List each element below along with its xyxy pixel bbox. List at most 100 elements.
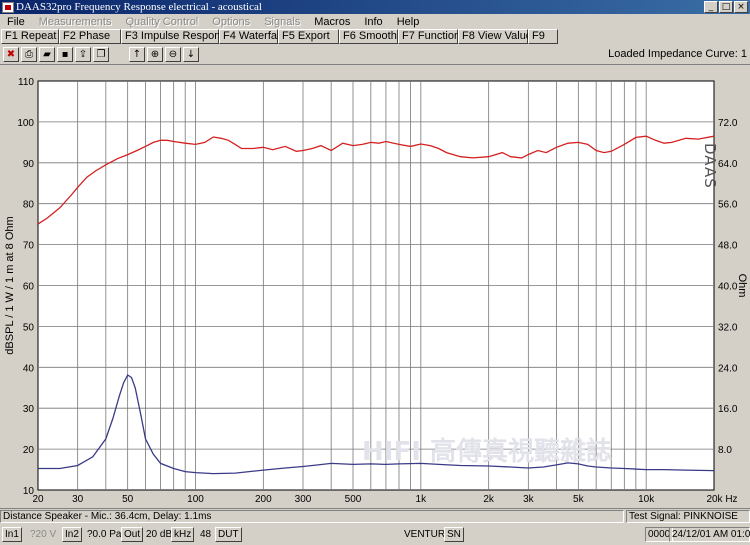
fkey-f6[interactable]: F6 Smooth	[339, 29, 398, 44]
fkey-key: F7	[402, 30, 415, 42]
fkey-label: Export	[297, 30, 330, 42]
menu-macros[interactable]: Macros	[307, 16, 357, 28]
output-level: 20 dB	[146, 529, 173, 540]
open-folder-tool-button[interactable]: ▰	[39, 47, 55, 62]
test-signal-status: Test Signal: PINKNOISE	[626, 510, 750, 523]
menu-options[interactable]: Options	[205, 16, 257, 28]
fkey-f3[interactable]: F3 Impulse Response	[121, 29, 232, 44]
delete-tool-button[interactable]: ✖	[3, 47, 19, 62]
title-bar: DAAS32pro Frequency Response electrical …	[0, 0, 750, 14]
export-tool-button[interactable]: ⇪	[75, 47, 91, 62]
x-tick-label: 300	[295, 494, 312, 505]
y-left-tick-label: 100	[17, 118, 34, 129]
x-tick-label: 50	[122, 494, 134, 505]
app-icon[interactable]	[2, 1, 14, 13]
fkey-f2[interactable]: F2 Phase	[59, 29, 121, 44]
menu-info[interactable]: Info	[357, 16, 389, 28]
serial-number-button[interactable]: SN	[444, 527, 464, 542]
menu-signals[interactable]: Signals	[257, 16, 307, 28]
fkey-key: F4	[223, 30, 236, 42]
x-tick-label: 10k	[638, 494, 655, 505]
menu-measurements[interactable]: Measurements	[32, 16, 119, 28]
fkey-f9[interactable]: F9	[528, 29, 558, 44]
y-right-tick-label: 56.0	[718, 200, 738, 211]
x-tick-label: 20	[32, 494, 44, 505]
x-tick-label: 1k	[416, 494, 428, 505]
y-left-tick-label: 80	[23, 200, 35, 211]
y-right-tick-label: 72.0	[718, 118, 738, 129]
minimize-button[interactable]: _	[704, 1, 718, 13]
fkey-f1[interactable]: F1 Repeat	[1, 29, 59, 44]
y-left-tick-label: 30	[23, 404, 35, 415]
y-left-tick-label: 60	[23, 282, 35, 293]
toolbar: Loaded Impedance Curve: 1 ✖ ⎙ ▰ ▪ ⇪ ❐ ↑ ⊕ ⊖ ↓	[0, 46, 750, 63]
copy-tool-button[interactable]: ❐	[93, 47, 109, 62]
y-right-tick-label: 40.0	[718, 282, 738, 293]
y-right-tick-label: 24.0	[718, 363, 738, 374]
y-right-axis-label: Ohm	[736, 274, 748, 298]
menu-bar: File Measurements Quality Control Options Si…	[0, 14, 750, 29]
dut-button[interactable]: DUT	[215, 527, 242, 542]
window-controls: _ □ ×	[704, 1, 748, 13]
fkey-key: F5	[282, 30, 295, 42]
y-left-axis-label: dBSPL / 1 W / 1 m at 8 Ohm	[4, 216, 16, 354]
y-left-tick-label: 50	[23, 322, 35, 333]
y-right-tick-label: 48.0	[718, 241, 738, 252]
x-tick-label: 20k Hz	[706, 494, 737, 505]
fkey-key: F8	[462, 30, 475, 42]
fkey-f8[interactable]: F8 View Values	[458, 29, 537, 44]
menu-file[interactable]: File	[0, 16, 32, 28]
window-title: DAAS32pro Frequency Response electrical …	[16, 1, 262, 13]
fkey-f4[interactable]: F4 Waterfall	[219, 29, 282, 44]
input2-level: ?0.0 Pa	[87, 529, 122, 540]
zoom-out-icon: ⊖	[168, 48, 178, 60]
x-tick-label: 5k	[573, 494, 585, 505]
sample-rate: 48	[200, 529, 212, 540]
output-button[interactable]: Out	[121, 527, 144, 542]
zoom-in-icon: ⊕	[150, 48, 160, 60]
khz-button[interactable]: kHz	[171, 527, 195, 542]
close-button[interactable]: ×	[734, 1, 748, 13]
save-icon: ▪	[61, 48, 69, 60]
save-tool-button[interactable]: ▪	[57, 47, 73, 62]
zoom-in-tool-button[interactable]: ⊕	[147, 47, 163, 62]
frequency-response-chart[interactable]: HIFI 高傳真視聽雜誌 DAAS 20 30 50 100 200 300 500 1k 2k 3k…	[0, 65, 750, 508]
x-tick-label: 100	[187, 494, 204, 505]
y-left-tick-label: 10	[23, 486, 35, 497]
arrow-down-icon: ↓	[186, 48, 196, 60]
arrow-down-tool-button[interactable]: ↓	[183, 47, 199, 62]
datetime-field: 24/12/01 AM 01:01:47	[669, 527, 750, 542]
loaded-curve-label: Loaded Impedance Curve: 1	[608, 48, 747, 60]
print-tool-button[interactable]: ⎙	[21, 47, 37, 62]
fkey-f7[interactable]: F7 Functions	[398, 29, 466, 44]
open-folder-icon: ▰	[43, 48, 51, 60]
x-tick-label: 30	[72, 494, 84, 505]
fkey-f5[interactable]: F5 Export	[278, 29, 339, 44]
fkey-label: Repeat	[20, 30, 57, 42]
maximize-button[interactable]: □	[719, 1, 733, 13]
y-left-tick-label: 40	[23, 363, 35, 374]
bottom-bar: In1 ?20 V In2 ?0.0 Pa Out 20 dB kHz 48 D…	[0, 524, 750, 545]
fkey-key: F9	[532, 30, 545, 42]
menu-quality-control[interactable]: Quality Control	[119, 16, 206, 28]
zoom-out-tool-button[interactable]: ⊖	[165, 47, 181, 62]
fkey-label: Waterfall	[238, 30, 282, 42]
arrow-up-tool-button[interactable]: ↑	[129, 47, 145, 62]
delete-icon: ✖	[6, 48, 16, 60]
fkey-label: Phase	[78, 30, 111, 42]
fkey-key: F2	[63, 30, 76, 42]
fkey-label: Smooth	[358, 30, 397, 42]
brand-label: DAAS	[701, 143, 719, 189]
input1-button[interactable]: In1	[2, 527, 22, 542]
fkey-key: F1	[5, 30, 18, 42]
x-tick-label: 3k	[523, 494, 535, 505]
menu-help[interactable]: Help	[390, 16, 427, 28]
y-right-tick-label: 64.0	[718, 159, 738, 170]
y-right-tick-label: 16.0	[718, 404, 738, 415]
y-left-tick-label: 90	[23, 159, 35, 170]
arrow-up-icon: ↑	[132, 48, 142, 60]
input2-button[interactable]: In2	[62, 527, 82, 542]
distance-delay-status: Distance Speaker - Mic.: 36.4cm, Delay: …	[0, 510, 624, 523]
export-icon: ⇪	[78, 48, 88, 60]
y-right-tick-label: 8.0	[718, 445, 732, 456]
